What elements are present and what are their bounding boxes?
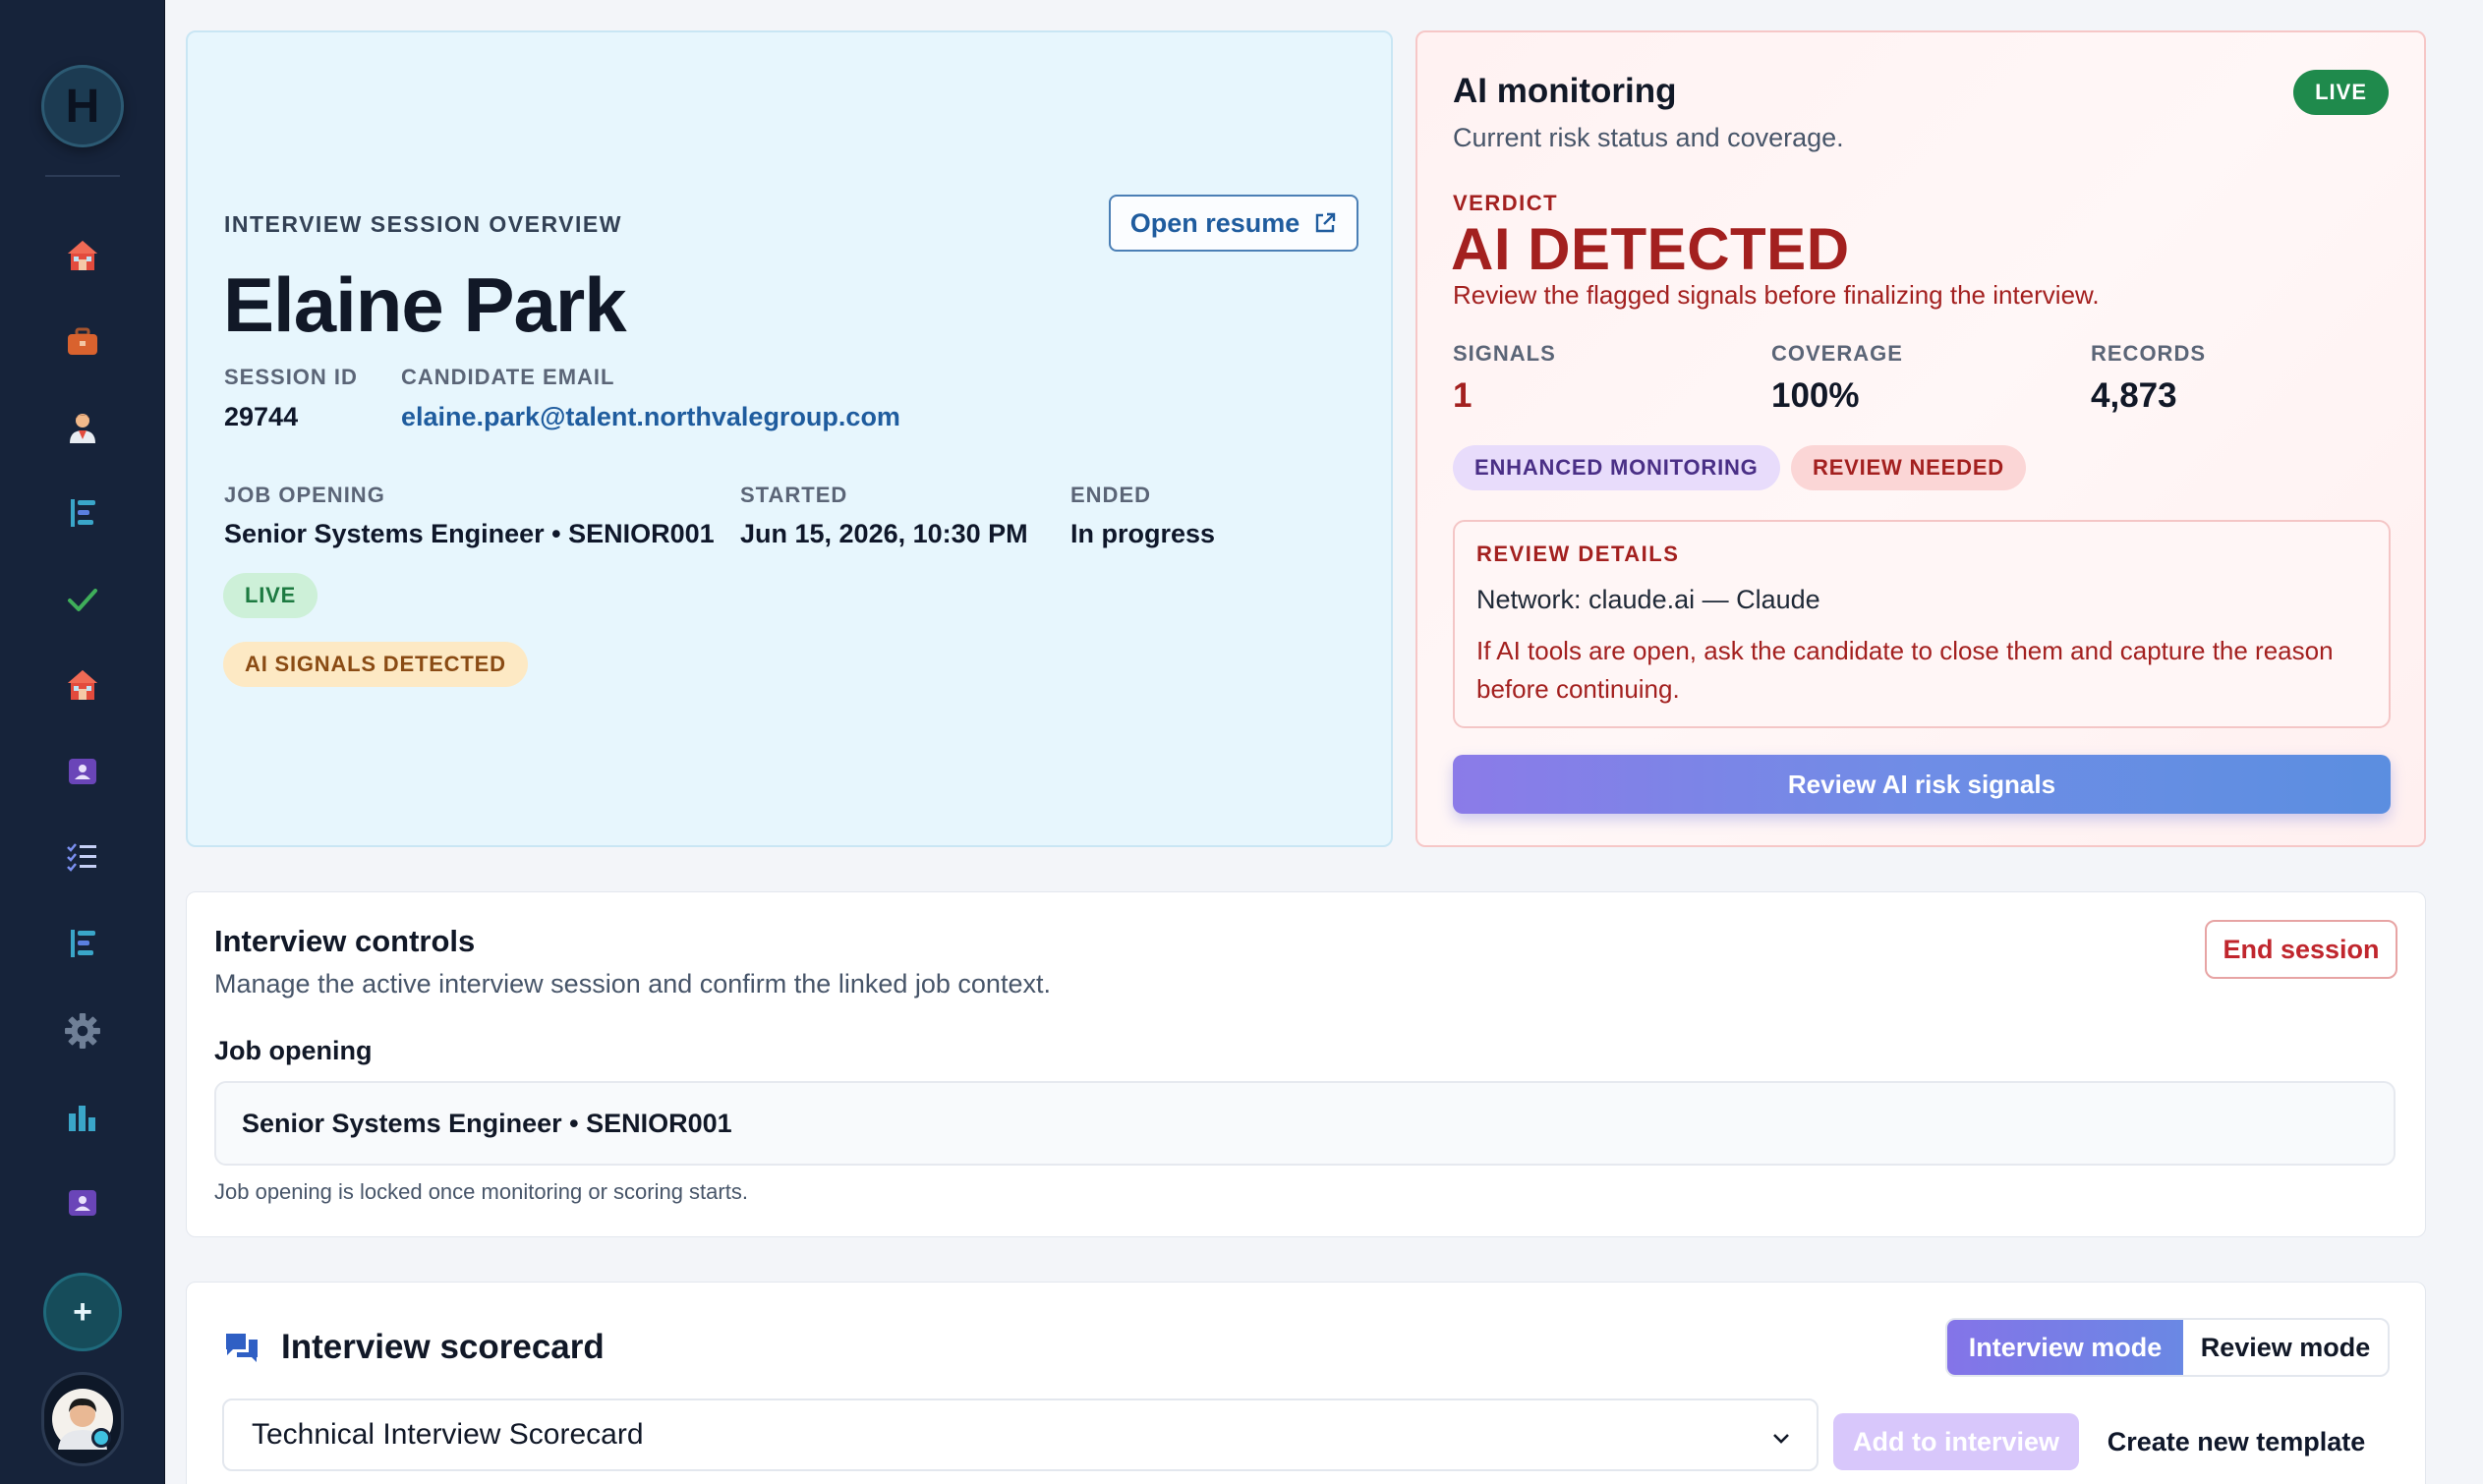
signals-label: SIGNALS <box>1453 341 1556 366</box>
plus-icon: + <box>73 1292 92 1331</box>
review-details-box: REVIEW DETAILS Network: claude.ai — Clau… <box>1453 520 2391 728</box>
records-value: 4,873 <box>2091 376 2177 415</box>
chat-bubbles-icon <box>226 1334 258 1362</box>
monitoring-subtitle: Current risk status and coverage. <box>1453 123 1844 152</box>
contact-card-icon <box>69 1190 96 1216</box>
sidebar-item-reports[interactable] <box>59 1094 106 1141</box>
open-resume-label: Open resume <box>1129 207 1300 238</box>
sidebar: H + <box>0 0 165 1484</box>
interview-scorecard-card: Interview scorecard Interview mode Revie… <box>186 1282 2426 1484</box>
sidebar-item-stages[interactable] <box>59 920 106 967</box>
sidebar-item-tasks[interactable] <box>59 576 106 623</box>
job-opening-field-label: Job opening <box>214 1036 373 1065</box>
sidebar-item-contacts[interactable] <box>59 748 106 795</box>
ended-label: ENDED <box>1070 483 1152 507</box>
signals-value: 1 <box>1453 376 1472 415</box>
contact-card-icon <box>69 759 96 784</box>
started-value: Jun 15, 2026, 10:30 PM <box>740 519 1028 548</box>
user-avatar[interactable] <box>41 1372 124 1466</box>
interview-mode-tab[interactable]: Interview mode <box>1947 1320 2183 1375</box>
live-status-badge: LIVE <box>223 573 318 618</box>
check-icon <box>68 589 97 611</box>
job-opening-hint: Job opening is locked once monitoring or… <box>214 1179 748 1204</box>
verdict-value: AI DETECTED <box>1451 216 1850 282</box>
enhanced-monitoring-tag: ENHANCED MONITORING <box>1453 445 1780 490</box>
scorecard-template-select[interactable]: Technical Interview Scorecard <box>222 1398 1819 1471</box>
sidebar-item-company[interactable] <box>59 661 106 709</box>
records-label: RECORDS <box>2091 341 2207 366</box>
checklist-icon <box>67 843 96 872</box>
job-opening-value: Senior Systems Engineer • SENIOR001 <box>224 519 715 548</box>
open-resume-button[interactable]: Open resume <box>1109 195 1358 252</box>
sidebar-item-checklists[interactable] <box>59 833 106 881</box>
review-needed-tag: REVIEW NEEDED <box>1791 445 2026 490</box>
job-opening-label: JOB OPENING <box>224 483 385 507</box>
ai-signals-badge: AI SIGNALS DETECTED <box>223 642 528 687</box>
scorecard-template-value: Technical Interview Scorecard <box>252 1418 644 1451</box>
external-link-icon <box>1316 212 1336 233</box>
scorecard-title: Interview scorecard <box>281 1328 605 1366</box>
overview-eyebrow: INTERVIEW SESSION OVERVIEW <box>224 211 622 237</box>
controls-title: Interview controls <box>214 924 476 958</box>
review-ai-risk-button[interactable]: Review AI risk signals <box>1453 755 2391 814</box>
interview-controls-card: Interview controls Manage the active int… <box>186 891 2426 1237</box>
chevron-down-icon <box>1773 1434 1789 1444</box>
briefcase-icon <box>68 327 97 355</box>
end-session-button[interactable]: End session <box>2205 920 2397 979</box>
review-mode-tab[interactable]: Review mode <box>2183 1320 2388 1375</box>
sidebar-item-pipeline[interactable] <box>59 489 106 537</box>
monitoring-title: AI monitoring <box>1453 72 1677 110</box>
sidebar-item-candidates[interactable] <box>59 404 106 451</box>
controls-subtitle: Manage the active interview session and … <box>214 969 1051 999</box>
review-details-title: REVIEW DETAILS <box>1476 542 1680 566</box>
review-network: Network: claude.ai — Claude <box>1476 585 1820 614</box>
candidate-name: Elaine Park <box>223 261 627 348</box>
sidebar-item-profile[interactable] <box>59 1179 106 1227</box>
sidebar-divider <box>45 175 120 177</box>
online-status-dot <box>91 1428 111 1448</box>
candidate-email-link[interactable]: elaine.park@talent.northvalegroup.com <box>401 402 900 432</box>
add-to-interview-button[interactable]: Add to interview <box>1833 1413 2079 1470</box>
sidebar-item-home[interactable] <box>59 232 106 279</box>
pipeline-icon <box>71 499 95 527</box>
candidate-email-label: CANDIDATE EMAIL <box>401 365 615 389</box>
home-icon <box>68 241 97 270</box>
session-id-value: 29744 <box>224 402 299 431</box>
coverage-label: COVERAGE <box>1771 341 1903 366</box>
sidebar-item-jobs[interactable] <box>59 317 106 365</box>
job-opening-field[interactable]: Senior Systems Engineer • SENIOR001 <box>214 1081 2396 1166</box>
ended-value: In progress <box>1070 519 1216 548</box>
gear-icon <box>65 1013 100 1049</box>
review-advice: If AI tools are open, ask the candidate … <box>1476 636 2334 704</box>
pipeline-icon <box>71 930 95 957</box>
started-label: STARTED <box>740 483 848 507</box>
ai-monitoring-card: AI monitoring Current risk status and co… <box>1415 30 2426 847</box>
mode-toggle: Interview mode Review mode <box>1945 1318 2390 1377</box>
coverage-value: 100% <box>1771 376 1860 415</box>
job-opening-field-value: Senior Systems Engineer • SENIOR001 <box>242 1108 732 1138</box>
bar-chart-icon <box>69 1106 95 1131</box>
add-button[interactable]: + <box>43 1273 122 1351</box>
session-id-label: SESSION ID <box>224 365 358 389</box>
person-icon <box>70 414 95 443</box>
verdict-label: VERDICT <box>1453 191 1559 215</box>
create-template-button[interactable]: Create new template <box>2099 1413 2374 1470</box>
sidebar-item-settings[interactable] <box>59 1007 106 1055</box>
home-icon <box>68 670 97 700</box>
app-logo[interactable]: H <box>41 65 124 147</box>
verdict-note: Review the flagged signals before finali… <box>1453 280 2100 310</box>
monitoring-live-badge: LIVE <box>2293 70 2389 115</box>
session-overview-card: INTERVIEW SESSION OVERVIEW Open resume E… <box>186 30 1393 847</box>
